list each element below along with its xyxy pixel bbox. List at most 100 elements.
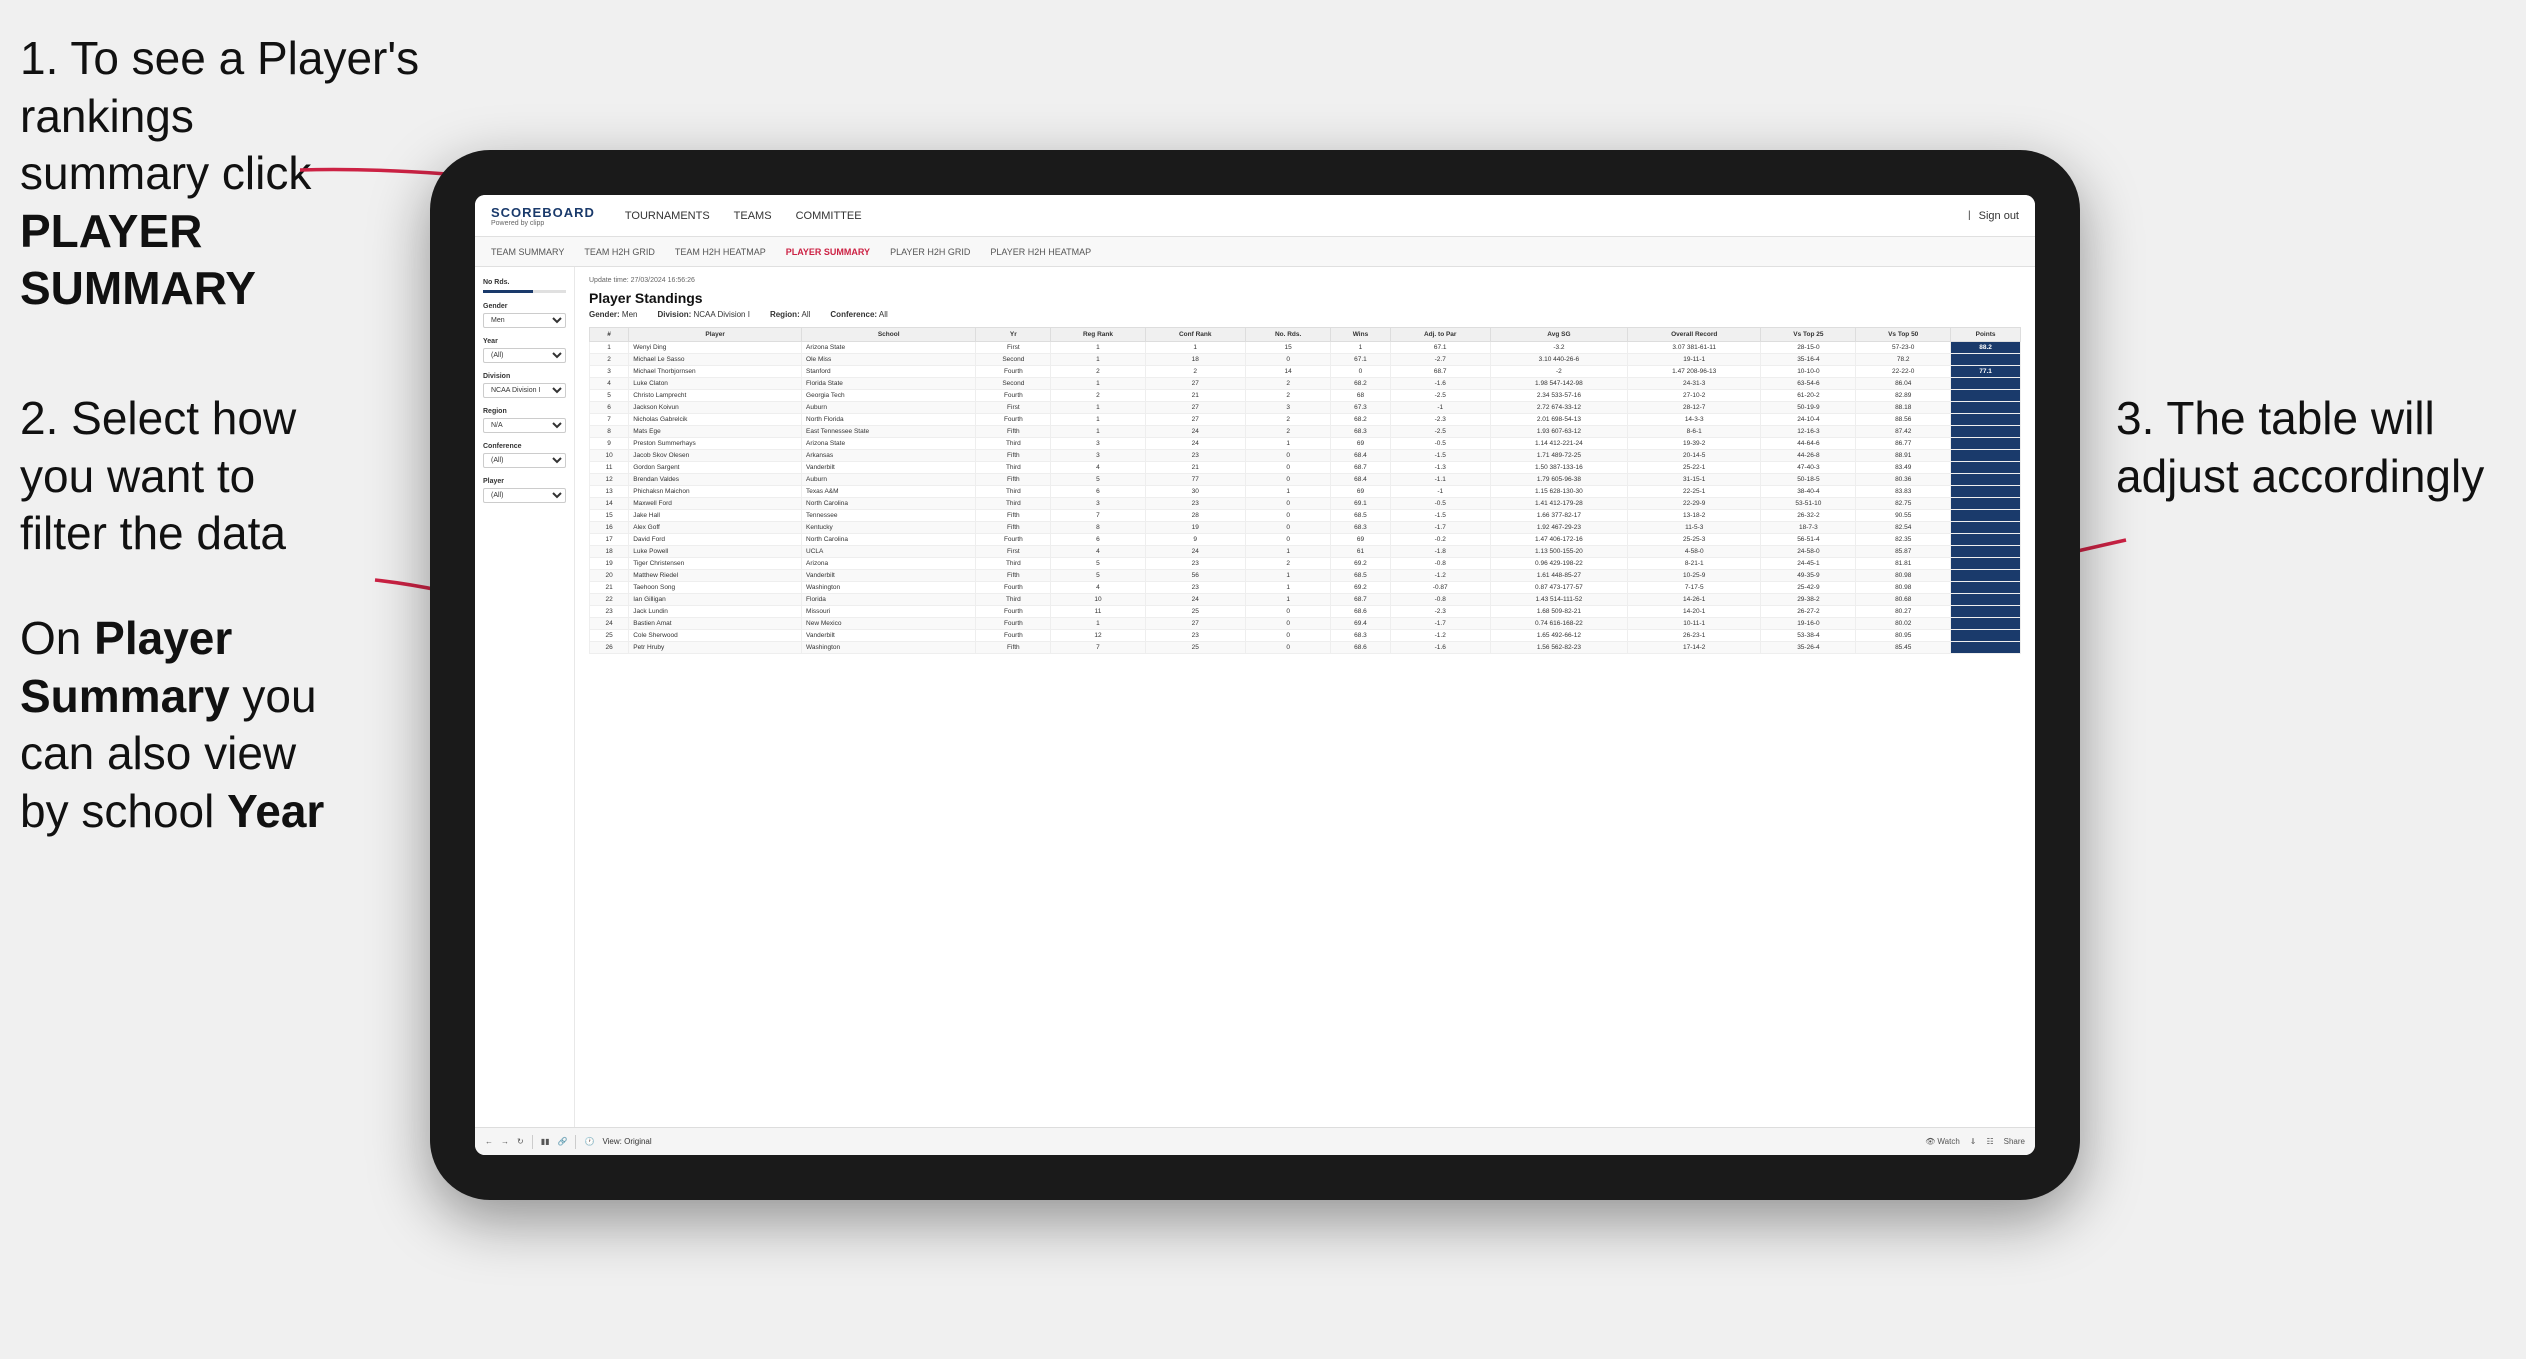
table-cell: 77 xyxy=(1145,474,1245,486)
sign-out-link[interactable]: Sign out xyxy=(1979,206,2019,226)
table-cell xyxy=(1951,606,2021,618)
table-cell xyxy=(1951,354,2021,366)
main-nav: TOURNAMENTS TEAMS COMMITTEE xyxy=(625,206,1968,226)
table-cell: 2.01 698-54-13 xyxy=(1490,414,1627,426)
toolbar-divider-2 xyxy=(575,1135,576,1149)
table-cell: 10-11-1 xyxy=(1627,618,1761,630)
toolbar-clock-btn[interactable]: 🕐 xyxy=(584,1137,594,1146)
table-cell: 4 xyxy=(1051,462,1145,474)
filter-region-select[interactable]: N/A xyxy=(483,418,566,433)
table-cell: 6 xyxy=(1051,486,1145,498)
table-cell: Kentucky xyxy=(802,522,976,534)
table-row: 20Matthew RiedelVanderbiltFifth556168.5-… xyxy=(590,570,2021,582)
nav-item-tournaments[interactable]: TOURNAMENTS xyxy=(625,206,710,226)
table-header: Update time: 27/03/2024 16:56:26 Player … xyxy=(589,277,2021,319)
sub-nav-player-h2h-heatmap[interactable]: PLAYER H2H HEATMAP xyxy=(990,247,1091,257)
table-cell: Fourth xyxy=(976,414,1051,426)
table-cell: Jack Lundin xyxy=(629,606,802,618)
table-cell: 5 xyxy=(1051,474,1145,486)
table-cell: 85.45 xyxy=(1856,642,1951,654)
table-cell: 1.66 377-82-17 xyxy=(1490,510,1627,522)
sub-nav-team-h2h-heatmap[interactable]: TEAM H2H HEATMAP xyxy=(675,247,766,257)
table-cell: 2 xyxy=(1051,390,1145,402)
filter-player-select[interactable]: (All) xyxy=(483,488,566,503)
toolbar-view-label: View: Original xyxy=(602,1137,651,1146)
table-cell: North Florida xyxy=(802,414,976,426)
toolbar-forward-btn[interactable]: → xyxy=(501,1137,509,1146)
filter-no-rds-slider[interactable] xyxy=(483,290,566,293)
table-cell: 28-12-7 xyxy=(1627,402,1761,414)
table-cell: Taehoon Song xyxy=(629,582,802,594)
table-cell: 20 xyxy=(590,570,629,582)
sub-nav-team-summary[interactable]: TEAM SUMMARY xyxy=(491,247,564,257)
table-cell: 68.6 xyxy=(1331,642,1390,654)
table-cell: 35-26-4 xyxy=(1761,642,1856,654)
table-cell: First xyxy=(976,342,1051,354)
table-cell: 25-25-3 xyxy=(1627,534,1761,546)
table-cell: Third xyxy=(976,462,1051,474)
table-row: 25Cole SherwoodVanderbiltFourth1223068.3… xyxy=(590,630,2021,642)
table-cell: 3.10 440-26-6 xyxy=(1490,354,1627,366)
col-no-rds: No. Rds. xyxy=(1245,328,1330,342)
filter-year-select[interactable]: (All) xyxy=(483,348,566,363)
table-cell: 68.2 xyxy=(1331,414,1390,426)
table-cell: 24 xyxy=(1145,426,1245,438)
table-cell: Arizona State xyxy=(802,342,976,354)
filter-gender-select[interactable]: Men xyxy=(483,313,566,328)
table-cell xyxy=(1951,426,2021,438)
table-cell: 27 xyxy=(1145,378,1245,390)
toolbar-reload-btn[interactable]: ↻ xyxy=(517,1137,524,1146)
table-cell: 24-10-4 xyxy=(1761,414,1856,426)
table-cell: 67.1 xyxy=(1331,354,1390,366)
toolbar-grid-btn[interactable]: ☷ xyxy=(1986,1137,1993,1146)
col-overall-record: Overall Record xyxy=(1627,328,1761,342)
table-cell: 68.2 xyxy=(1331,378,1390,390)
table-cell: 68.5 xyxy=(1331,570,1390,582)
sub-nav-team-h2h-grid[interactable]: TEAM H2H GRID xyxy=(584,247,655,257)
table-cell: 31-15-1 xyxy=(1627,474,1761,486)
table-cell: Brendan Valdes xyxy=(629,474,802,486)
table-cell: Petr Hruby xyxy=(629,642,802,654)
table-cell: Wenyi Ding xyxy=(629,342,802,354)
toolbar-share-btn[interactable]: Share xyxy=(2004,1137,2025,1146)
table-cell: -0.5 xyxy=(1390,498,1490,510)
filter-conference-select[interactable]: (All) xyxy=(483,453,566,468)
table-cell: 0.87 473-177-57 xyxy=(1490,582,1627,594)
table-cell: 18-7-3 xyxy=(1761,522,1856,534)
col-vs-top-25: Vs Top 25 xyxy=(1761,328,1856,342)
nav-item-committee[interactable]: COMMITTEE xyxy=(796,206,862,226)
toolbar-copy-btn[interactable]: ▮▮ xyxy=(541,1137,550,1146)
table-cell: Third xyxy=(976,438,1051,450)
toolbar-link-btn[interactable]: 🔗 xyxy=(558,1137,568,1146)
table-cell: 2 xyxy=(1245,426,1330,438)
sub-nav-player-h2h-grid[interactable]: PLAYER H2H GRID xyxy=(890,247,970,257)
toolbar-watch-btn[interactable]: 👁 Watch xyxy=(1925,1137,1960,1146)
table-cell: -0.87 xyxy=(1390,582,1490,594)
toolbar-download-btn[interactable]: ⇓ xyxy=(1970,1137,1977,1146)
filter-division-label: Division xyxy=(483,373,566,380)
toolbar-back-btn[interactable]: ← xyxy=(485,1137,493,1146)
nav-item-teams[interactable]: TEAMS xyxy=(734,206,772,226)
sub-nav-player-summary[interactable]: PLAYER SUMMARY xyxy=(786,247,870,257)
table-cell: 50-18-5 xyxy=(1761,474,1856,486)
table-cell: 0 xyxy=(1245,474,1330,486)
table-cell: 10 xyxy=(590,450,629,462)
table-cell: Arizona State xyxy=(802,438,976,450)
table-cell: 86.04 xyxy=(1856,378,1951,390)
table-cell: -2 xyxy=(1490,366,1627,378)
table-cell: 27 xyxy=(1145,402,1245,414)
table-cell: -1.5 xyxy=(1390,510,1490,522)
table-cell: 4 xyxy=(590,378,629,390)
annotation-text-1: 1. To see a Player's rankings xyxy=(20,32,419,142)
filter-division-select[interactable]: NCAA Division I xyxy=(483,383,566,398)
table-cell: -0.8 xyxy=(1390,594,1490,606)
table-cell: Preston Summerhays xyxy=(629,438,802,450)
table-cell: -2.5 xyxy=(1390,390,1490,402)
table-cell: David Ford xyxy=(629,534,802,546)
nav-separator: | xyxy=(1968,210,1971,221)
table-cell: -1.6 xyxy=(1390,378,1490,390)
table-cell: 14-26-1 xyxy=(1627,594,1761,606)
table-cell: 1 xyxy=(1051,618,1145,630)
table-cell: 1.61 448-85-27 xyxy=(1490,570,1627,582)
table-cell: UCLA xyxy=(802,546,976,558)
